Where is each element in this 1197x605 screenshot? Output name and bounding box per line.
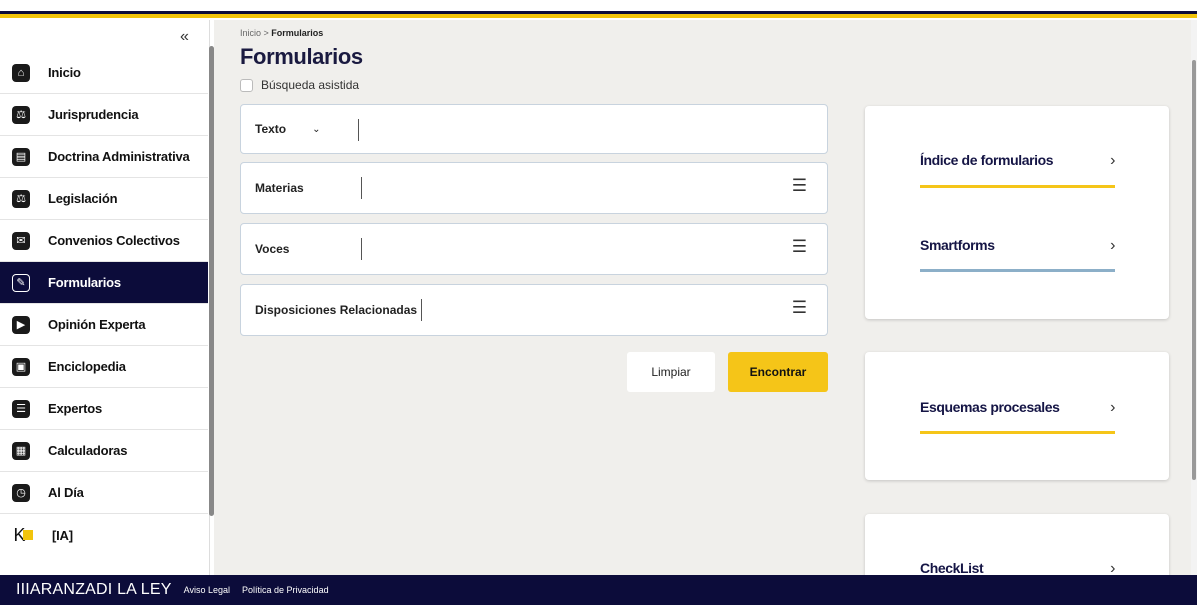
sidebar: « ⌂ Inicio ⚖ Jurisprudencia ▤ Doctrina A… bbox=[0, 20, 214, 575]
breadcrumb-home[interactable]: Inicio bbox=[240, 28, 261, 38]
building-icon: ▤ bbox=[12, 147, 30, 166]
handshake-icon: ✉ bbox=[12, 231, 30, 250]
sidebar-item-legislacion[interactable]: ⚖ Legislación bbox=[0, 178, 208, 220]
checklist-card: CheckList › bbox=[865, 514, 1169, 584]
sidebar-item-label: [IA] bbox=[52, 527, 73, 543]
ai-logo-icon: K bbox=[12, 525, 34, 545]
sidebar-item-label: Al Día bbox=[48, 485, 84, 500]
sidebar-item-label: Doctrina Administrativa bbox=[48, 149, 190, 164]
sidebar-item-jurisprudencia[interactable]: ⚖ Jurisprudencia bbox=[0, 94, 208, 136]
procedural-card: Esquemas procesales › bbox=[865, 352, 1169, 480]
chevron-right-icon: › bbox=[1110, 237, 1115, 254]
sidebar-item-label: Expertos bbox=[48, 401, 103, 416]
sidebar-item-label: Calculadoras bbox=[48, 443, 128, 458]
voces-field[interactable]: Voces ☰ bbox=[240, 223, 828, 275]
sidebar-item-doctrina[interactable]: ▤ Doctrina Administrativa bbox=[0, 136, 208, 178]
hamburger-menu-icon[interactable]: ☰ bbox=[792, 237, 807, 257]
form-edit-icon: ✎ bbox=[12, 273, 30, 292]
find-button[interactable]: Encontrar bbox=[728, 352, 828, 392]
sidebar-item-expertos[interactable]: ☰ Expertos bbox=[0, 388, 208, 430]
disposiciones-field[interactable]: Disposiciones Relacionadas ☰ bbox=[240, 284, 828, 336]
opinion-icon: ▶ bbox=[12, 315, 30, 334]
chevron-down-icon[interactable]: ⌄ bbox=[312, 124, 320, 135]
search-type-select[interactable]: Texto bbox=[255, 122, 286, 136]
home-icon: ⌂ bbox=[12, 63, 30, 82]
sidebar-item-opinion[interactable]: ▶ Opinión Experta bbox=[0, 304, 208, 346]
breadcrumb-current: Formularios bbox=[271, 28, 324, 38]
assisted-search[interactable]: Búsqueda asistida bbox=[240, 78, 359, 92]
page-title: Formularios bbox=[240, 44, 363, 69]
calculator-icon: ▦ bbox=[12, 441, 30, 460]
voces-label: Voces bbox=[255, 242, 290, 256]
chevron-right-icon: › bbox=[1110, 399, 1115, 416]
procedural-schemes-link[interactable]: Esquemas procesales › bbox=[920, 399, 1115, 417]
materias-field[interactable]: Materias ☰ bbox=[240, 162, 828, 214]
disposiciones-input[interactable] bbox=[427, 296, 767, 326]
sidebar-item-label: Formularios bbox=[48, 275, 121, 290]
footer: IIIARANZADI LA LEY Aviso Legal Política … bbox=[0, 575, 1197, 605]
top-bar bbox=[0, 0, 1197, 20]
sidebar-item-label: Enciclopedia bbox=[48, 359, 126, 374]
clear-button[interactable]: Limpiar bbox=[627, 352, 715, 392]
sidebar-item-label: Jurisprudencia bbox=[48, 107, 139, 122]
procedural-underline bbox=[920, 431, 1115, 434]
sidebar-item-calculadoras[interactable]: ▦ Calculadoras bbox=[0, 430, 208, 472]
assisted-search-label: Búsqueda asistida bbox=[261, 78, 360, 92]
smartforms-link[interactable]: Smartforms › bbox=[920, 237, 1115, 255]
sidebar-item-formularios[interactable]: ✎ Formularios bbox=[0, 262, 208, 304]
sidebar-item-enciclopedia[interactable]: ▣ Enciclopedia bbox=[0, 346, 208, 388]
book-icon: ▣ bbox=[12, 357, 30, 376]
text-search-field[interactable]: Texto ⌄ bbox=[240, 104, 828, 154]
main-content: Inicio > Formularios Formularios Búsqued… bbox=[214, 20, 1197, 584]
top-stripe-yellow bbox=[0, 14, 1197, 18]
list-icon: ☰ bbox=[12, 399, 30, 418]
sidebar-item-label: Inicio bbox=[48, 65, 81, 80]
sidebar-item-aldia[interactable]: ◷ Al Día bbox=[0, 472, 208, 514]
sidebar-item-convenios[interactable]: ✉ Convenios Colectivos bbox=[0, 220, 208, 262]
clock-icon: ◷ bbox=[12, 483, 30, 502]
sidebar-item-label: Opinión Experta bbox=[48, 317, 146, 332]
disposiciones-label: Disposiciones Relacionadas bbox=[255, 303, 418, 317]
hamburger-menu-icon[interactable]: ☰ bbox=[792, 176, 807, 196]
chevron-right-icon: › bbox=[1110, 152, 1115, 169]
gavel-icon: ⚖ bbox=[12, 105, 30, 124]
voces-input[interactable] bbox=[367, 235, 767, 265]
materias-input[interactable] bbox=[367, 174, 767, 204]
sidebar-item-ia[interactable]: K [IA] bbox=[0, 514, 208, 556]
text-search-input[interactable] bbox=[365, 115, 815, 145]
brand-logo: IIIARANZADI LA LEY bbox=[16, 581, 172, 598]
main-scrollbar[interactable] bbox=[1191, 20, 1197, 575]
scales-icon: ⚖ bbox=[12, 189, 30, 208]
hamburger-menu-icon[interactable]: ☰ bbox=[792, 298, 807, 318]
assisted-search-checkbox[interactable] bbox=[240, 78, 253, 92]
collapse-sidebar-icon[interactable]: « bbox=[180, 28, 189, 46]
breadcrumb: Inicio > Formularios bbox=[240, 28, 324, 38]
privacy-policy-link[interactable]: Política de Privacidad bbox=[242, 585, 329, 595]
forms-index-link[interactable]: Índice de formularios › bbox=[920, 152, 1115, 170]
sidebar-item-label: Convenios Colectivos bbox=[48, 233, 180, 248]
forms-index-underline bbox=[920, 185, 1115, 188]
forms-card: Índice de formularios › Smartforms › bbox=[865, 106, 1169, 319]
smartforms-underline bbox=[920, 269, 1115, 272]
sidebar-item-inicio[interactable]: ⌂ Inicio bbox=[0, 52, 208, 94]
materias-label: Materias bbox=[255, 181, 304, 195]
legal-notice-link[interactable]: Aviso Legal bbox=[184, 585, 230, 595]
sidebar-item-label: Legislación bbox=[48, 191, 118, 206]
